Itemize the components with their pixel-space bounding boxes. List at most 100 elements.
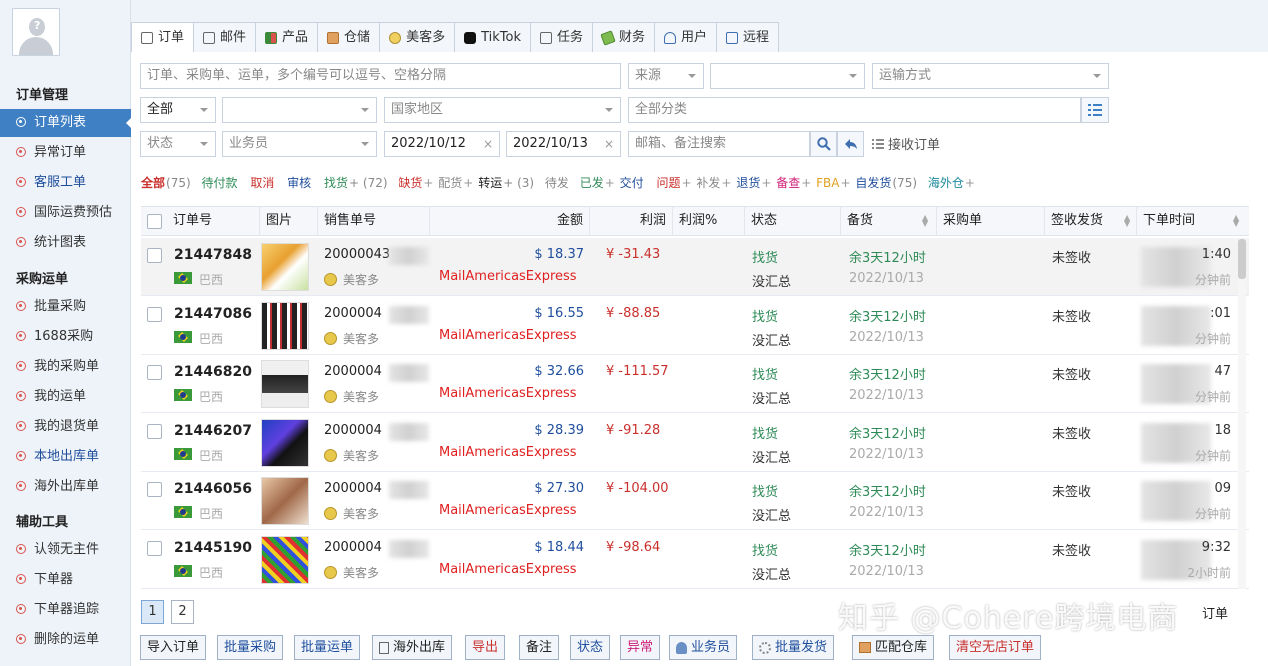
status-delivered[interactable]: 交付 [620,176,644,190]
clear-icon[interactable]: × [483,132,493,156]
overseas-outbound-button[interactable]: 海外出库 [372,635,453,660]
status-reship[interactable]: 补发 [696,176,720,190]
table-row[interactable]: 21445190 巴西 2000004 美客多 MailAmericasExpress $… [141,531,1249,589]
product-thumbnail[interactable] [261,243,309,291]
all-select[interactable]: 全部 [140,97,216,123]
sidebar-item-order-list[interactable]: 订单列表 [0,109,132,137]
scrollbar-thumb[interactable] [1238,239,1246,279]
order-status[interactable]: 找货 [752,423,778,442]
date-to-input[interactable]: 2022/10/13 × [506,131,621,157]
sort-icon[interactable]: ▲ ▼ [1233,214,1239,228]
source-select[interactable]: 来源 [628,63,704,89]
sidebar-item-overseas-outbound[interactable]: 海外出库单 [0,473,131,501]
page-1-button[interactable]: 1 [141,600,164,624]
shipping-method-select[interactable]: 运输方式 [872,63,1109,89]
status-stock-check[interactable]: 备查 [776,176,800,190]
order-status[interactable]: 找货 [752,364,778,383]
tab-remote[interactable]: 远程 [716,22,780,52]
row-checkbox[interactable] [147,423,162,439]
select-all-checkbox[interactable] [147,214,162,229]
sidebar-item-claim-unowned[interactable]: 认领无主件 [0,536,131,564]
product-thumbnail[interactable] [261,536,309,584]
clear-icon[interactable]: × [604,132,614,156]
status-pending-pay[interactable]: 待付款 [201,176,237,190]
status-to-ship[interactable]: 待发 [545,176,569,190]
col-purchase-order[interactable]: 采购单 [936,207,1044,235]
date-from-input[interactable]: 2022/10/12 × [384,131,500,157]
country-select[interactable]: 国家地区 [384,97,621,123]
clear-no-store-orders-button[interactable]: 清空无店订单 [949,635,1042,660]
salesman-select[interactable]: 业务员 [222,131,377,157]
sidebar-item-freight-estimate[interactable]: 国际运费预估 [0,199,131,227]
status-shipped[interactable]: 已发 [580,176,604,190]
col-order-id[interactable]: 订单号 [173,207,212,235]
status-all[interactable]: 全部 [141,176,165,190]
sidebar-item-my-purchases[interactable]: 我的采购单 [0,353,131,381]
order-id[interactable]: 21446207 [174,423,252,439]
store-select[interactable] [222,97,377,123]
sidebar-item-order-tool-track[interactable]: 下单器追踪 [0,596,131,624]
abnormal-button[interactable]: 异常 [620,635,661,660]
batch-ship-button[interactable]: 批量发货 [752,635,835,660]
category-select[interactable]: 全部分类 [628,97,1081,123]
search-input[interactable]: 订单、采购单、运单，多个编号可以逗号、空格分隔 [140,63,621,89]
product-thumbnail[interactable] [261,301,309,350]
status-return[interactable]: 退货 [736,176,760,190]
table-row[interactable]: 21446820 巴西 2000004 美客多 MailAmericasExpress $… [141,355,1249,414]
sidebar-item-deleted-waybills[interactable]: 删除的运单 [0,626,131,654]
sidebar-item-my-returns[interactable]: 我的退货单 [0,413,131,441]
search-icon[interactable] [810,131,837,157]
scrollbar-track[interactable] [1238,239,1246,589]
sidebar-item-service-tickets[interactable]: 客服工单 [0,169,131,197]
remark-search-input[interactable]: 邮箱、备注搜索 [628,131,810,157]
sidebar-item-my-waybills[interactable]: 我的运单 [0,383,131,411]
status-allocate[interactable]: 配货 [438,176,462,190]
order-status[interactable]: 找货 [752,540,778,559]
tab-orders[interactable]: 订单 [131,22,195,53]
status-review[interactable]: 审核 [287,176,311,190]
sort-icon[interactable]: ▲ ▼ [922,214,928,228]
product-thumbnail[interactable] [261,418,309,467]
tab-users[interactable]: 用户 [654,22,718,52]
tab-mercadolibre[interactable]: 美客多 [379,22,456,52]
status-find-goods[interactable]: 找货 [324,176,348,190]
status-short[interactable]: 缺货 [398,176,422,190]
tab-tasks[interactable]: 任务 [529,22,593,52]
row-checkbox[interactable] [147,306,162,322]
sidebar-item-stats-charts[interactable]: 统计图表 [0,229,131,257]
receive-orders-link[interactable]: 接收订单 [872,134,940,153]
tab-tiktok[interactable]: TikTok [454,22,531,52]
col-sale-no[interactable]: 销售单号 [317,207,429,235]
status-select[interactable]: 状态 [140,131,216,157]
sidebar-item-abnormal-orders[interactable]: 异常订单 [0,139,131,167]
tab-products[interactable]: 产品 [255,22,319,52]
sidebar-item-1688-purchase[interactable]: 1688采购 [0,323,131,351]
match-warehouse-button[interactable]: 匹配仓库 [852,635,935,660]
order-status[interactable]: 找货 [752,247,778,266]
tab-finance[interactable]: 财务 [592,22,656,52]
status-problem[interactable]: 问题 [657,176,681,190]
table-row[interactable]: 21446207 巴西 2000004 美客多 MailAmericasExpress $… [141,414,1249,472]
order-id[interactable]: 21447086 [174,306,252,322]
tab-mail[interactable]: 邮件 [193,22,257,52]
tab-warehouse[interactable]: 仓储 [317,22,381,52]
page-2-button[interactable]: 2 [171,600,194,624]
import-orders-button[interactable]: 导入订单 [140,635,207,660]
status-cancel[interactable]: 取消 [250,176,274,190]
salesman-button[interactable]: 业务员 [669,635,738,660]
sidebar-item-order-tool[interactable]: 下单器 [0,566,131,594]
status-self-ship[interactable]: 自发货 [855,176,891,190]
order-id[interactable]: 21446820 [174,364,252,380]
col-profit-pct[interactable]: 利润% [672,207,744,235]
order-id[interactable]: 21446056 [174,481,252,497]
table-row[interactable]: 21447848 巴西 20000043 美客多 MailAmericasExpress… [141,238,1249,296]
batch-purchase-button[interactable]: 批量采购 [217,635,284,660]
sort-icon[interactable]: ▲ ▼ [1124,214,1130,228]
order-id[interactable]: 21447848 [174,247,252,263]
source-detail-select[interactable] [710,63,865,89]
col-status[interactable]: 状态 [744,207,840,235]
col-amount[interactable]: 金额 [429,207,589,235]
row-checkbox[interactable] [147,541,162,556]
order-id[interactable]: 21445190 [174,540,252,556]
table-row[interactable]: 21447086 巴西 2000004 美客多 MailAmericasExpress $… [141,297,1249,355]
